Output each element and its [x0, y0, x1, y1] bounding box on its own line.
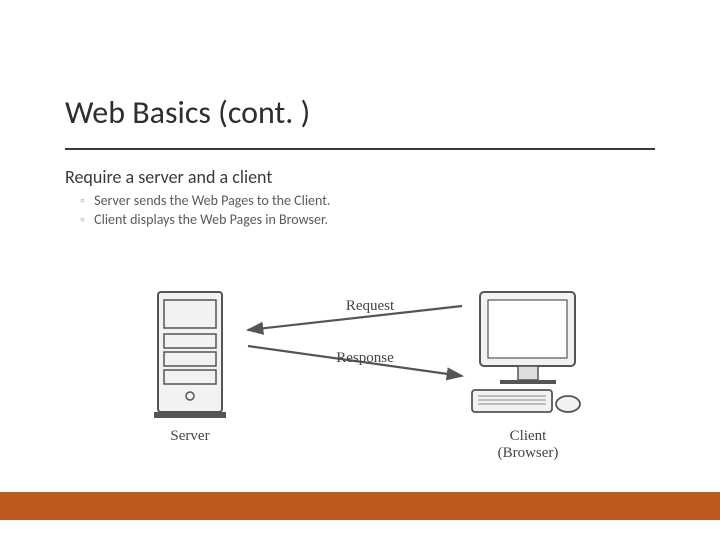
footer-accent-bar — [0, 492, 720, 520]
response-label: Response — [305, 350, 425, 367]
client-label-line1: Client — [510, 428, 547, 444]
slide: Web Basics (cont. ) Require a server and… — [0, 0, 720, 540]
client-label-line2: (Browser) — [498, 445, 559, 461]
title-divider — [65, 148, 655, 150]
client-server-diagram: Request Response Server Client (Browser) — [120, 280, 600, 480]
bullet-marker-icon: ◦ — [80, 192, 85, 209]
client-icon — [470, 290, 585, 420]
bullet-marker-icon: ◦ — [80, 211, 85, 228]
list-item-text: Client displays the Web Pages in Browser… — [94, 211, 328, 228]
server-label: Server — [130, 428, 250, 445]
client-label: Client (Browser) — [468, 428, 588, 463]
list-item-text: Server sends the Web Pages to the Client… — [94, 192, 330, 209]
list-item: ◦ Server sends the Web Pages to the Clie… — [80, 192, 330, 209]
list-item: ◦ Client displays the Web Pages in Brows… — [80, 211, 330, 228]
server-icon — [150, 290, 230, 420]
page-title: Web Basics (cont. ) — [65, 95, 310, 130]
subtitle: Require a server and a client — [65, 166, 272, 188]
bullet-list: ◦ Server sends the Web Pages to the Clie… — [80, 190, 330, 230]
request-label: Request — [310, 298, 430, 315]
